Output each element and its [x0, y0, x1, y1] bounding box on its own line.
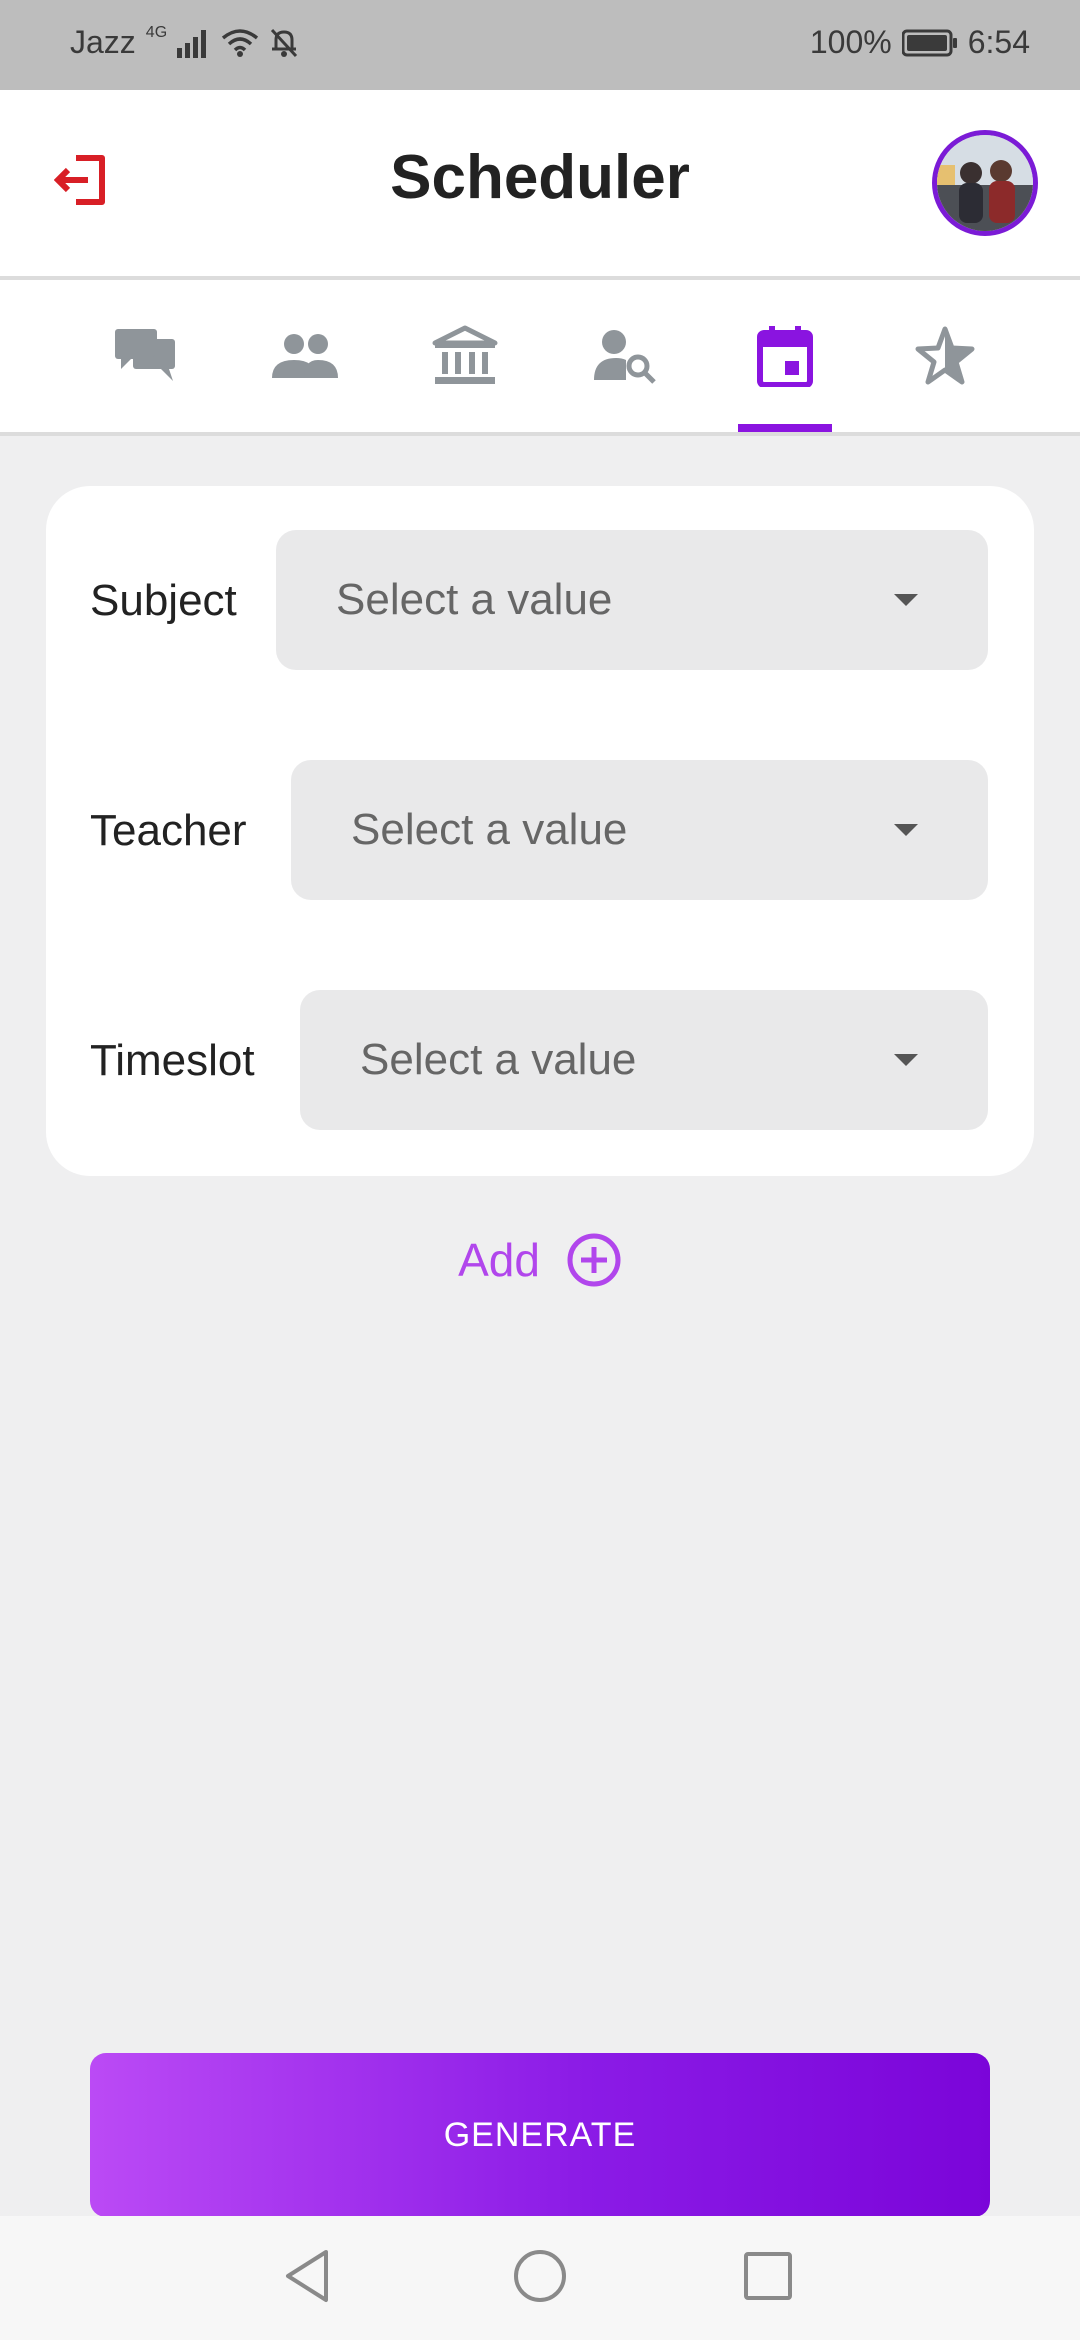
- back-icon[interactable]: [278, 2246, 338, 2306]
- add-button[interactable]: Add: [0, 1230, 1080, 1290]
- carrier-name: Jazz: [70, 24, 136, 60]
- timeslot-row: Timeslot Select a value: [46, 990, 1034, 1130]
- calendar-icon: [757, 326, 813, 387]
- tab-institution[interactable]: [410, 280, 520, 432]
- clock: 6:54: [967, 24, 1030, 60]
- institution-icon: [432, 325, 498, 384]
- chevron-down-icon: [894, 824, 918, 836]
- teacher-row: Teacher Select a value: [46, 760, 1034, 900]
- status-bar: Jazz 4G 100% 6:54: [0, 0, 1080, 90]
- page-title: Scheduler: [390, 143, 690, 212]
- tab-person-search[interactable]: [570, 280, 680, 432]
- timeslot-dropdown[interactable]: Select a value: [300, 990, 988, 1130]
- subject-placeholder: Select a value: [336, 575, 613, 624]
- bell-off-icon: [269, 27, 299, 59]
- chat-icon: [115, 329, 175, 381]
- subject-dropdown[interactable]: Select a value: [276, 530, 988, 670]
- home-icon[interactable]: [510, 2246, 570, 2306]
- tab-chat[interactable]: [90, 280, 200, 432]
- subject-row: Subject Select a value: [46, 530, 1034, 670]
- wifi-icon: [221, 28, 259, 58]
- tab-calendar[interactable]: [730, 280, 840, 432]
- status-right: 100% 6:54: [810, 24, 1030, 61]
- add-circle-icon: [567, 1233, 621, 1287]
- generate-button[interactable]: GENERATE: [90, 2053, 990, 2217]
- system-nav-bar: [0, 2216, 1080, 2340]
- star-icon: [915, 326, 975, 385]
- timeslot-placeholder: Select a value: [360, 1035, 637, 1084]
- schedule-form-card: Subject Select a value Teacher Select a …: [46, 486, 1034, 1176]
- signal-icon: [177, 28, 211, 58]
- recents-icon[interactable]: [738, 2246, 798, 2306]
- chevron-down-icon: [894, 1054, 918, 1066]
- app-header: Scheduler: [0, 90, 1080, 280]
- tab-favorites[interactable]: [890, 280, 1000, 432]
- add-label: Add: [458, 1234, 540, 1286]
- teacher-label: Teacher: [90, 806, 247, 855]
- person-search-icon: [594, 330, 656, 384]
- tab-bar: [0, 280, 1080, 436]
- status-left: Jazz 4G: [70, 24, 299, 61]
- people-icon: [272, 334, 338, 378]
- subject-label: Subject: [90, 576, 237, 625]
- timeslot-label: Timeslot: [90, 1036, 255, 1085]
- network-type: 4G: [145, 23, 168, 41]
- chevron-down-icon: [894, 594, 918, 606]
- tab-people[interactable]: [250, 280, 360, 432]
- battery-icon: [901, 29, 958, 57]
- user-avatar[interactable]: [932, 130, 1038, 236]
- battery-percent: 100%: [809, 24, 892, 60]
- teacher-dropdown[interactable]: Select a value: [291, 760, 988, 900]
- teacher-placeholder: Select a value: [351, 805, 628, 854]
